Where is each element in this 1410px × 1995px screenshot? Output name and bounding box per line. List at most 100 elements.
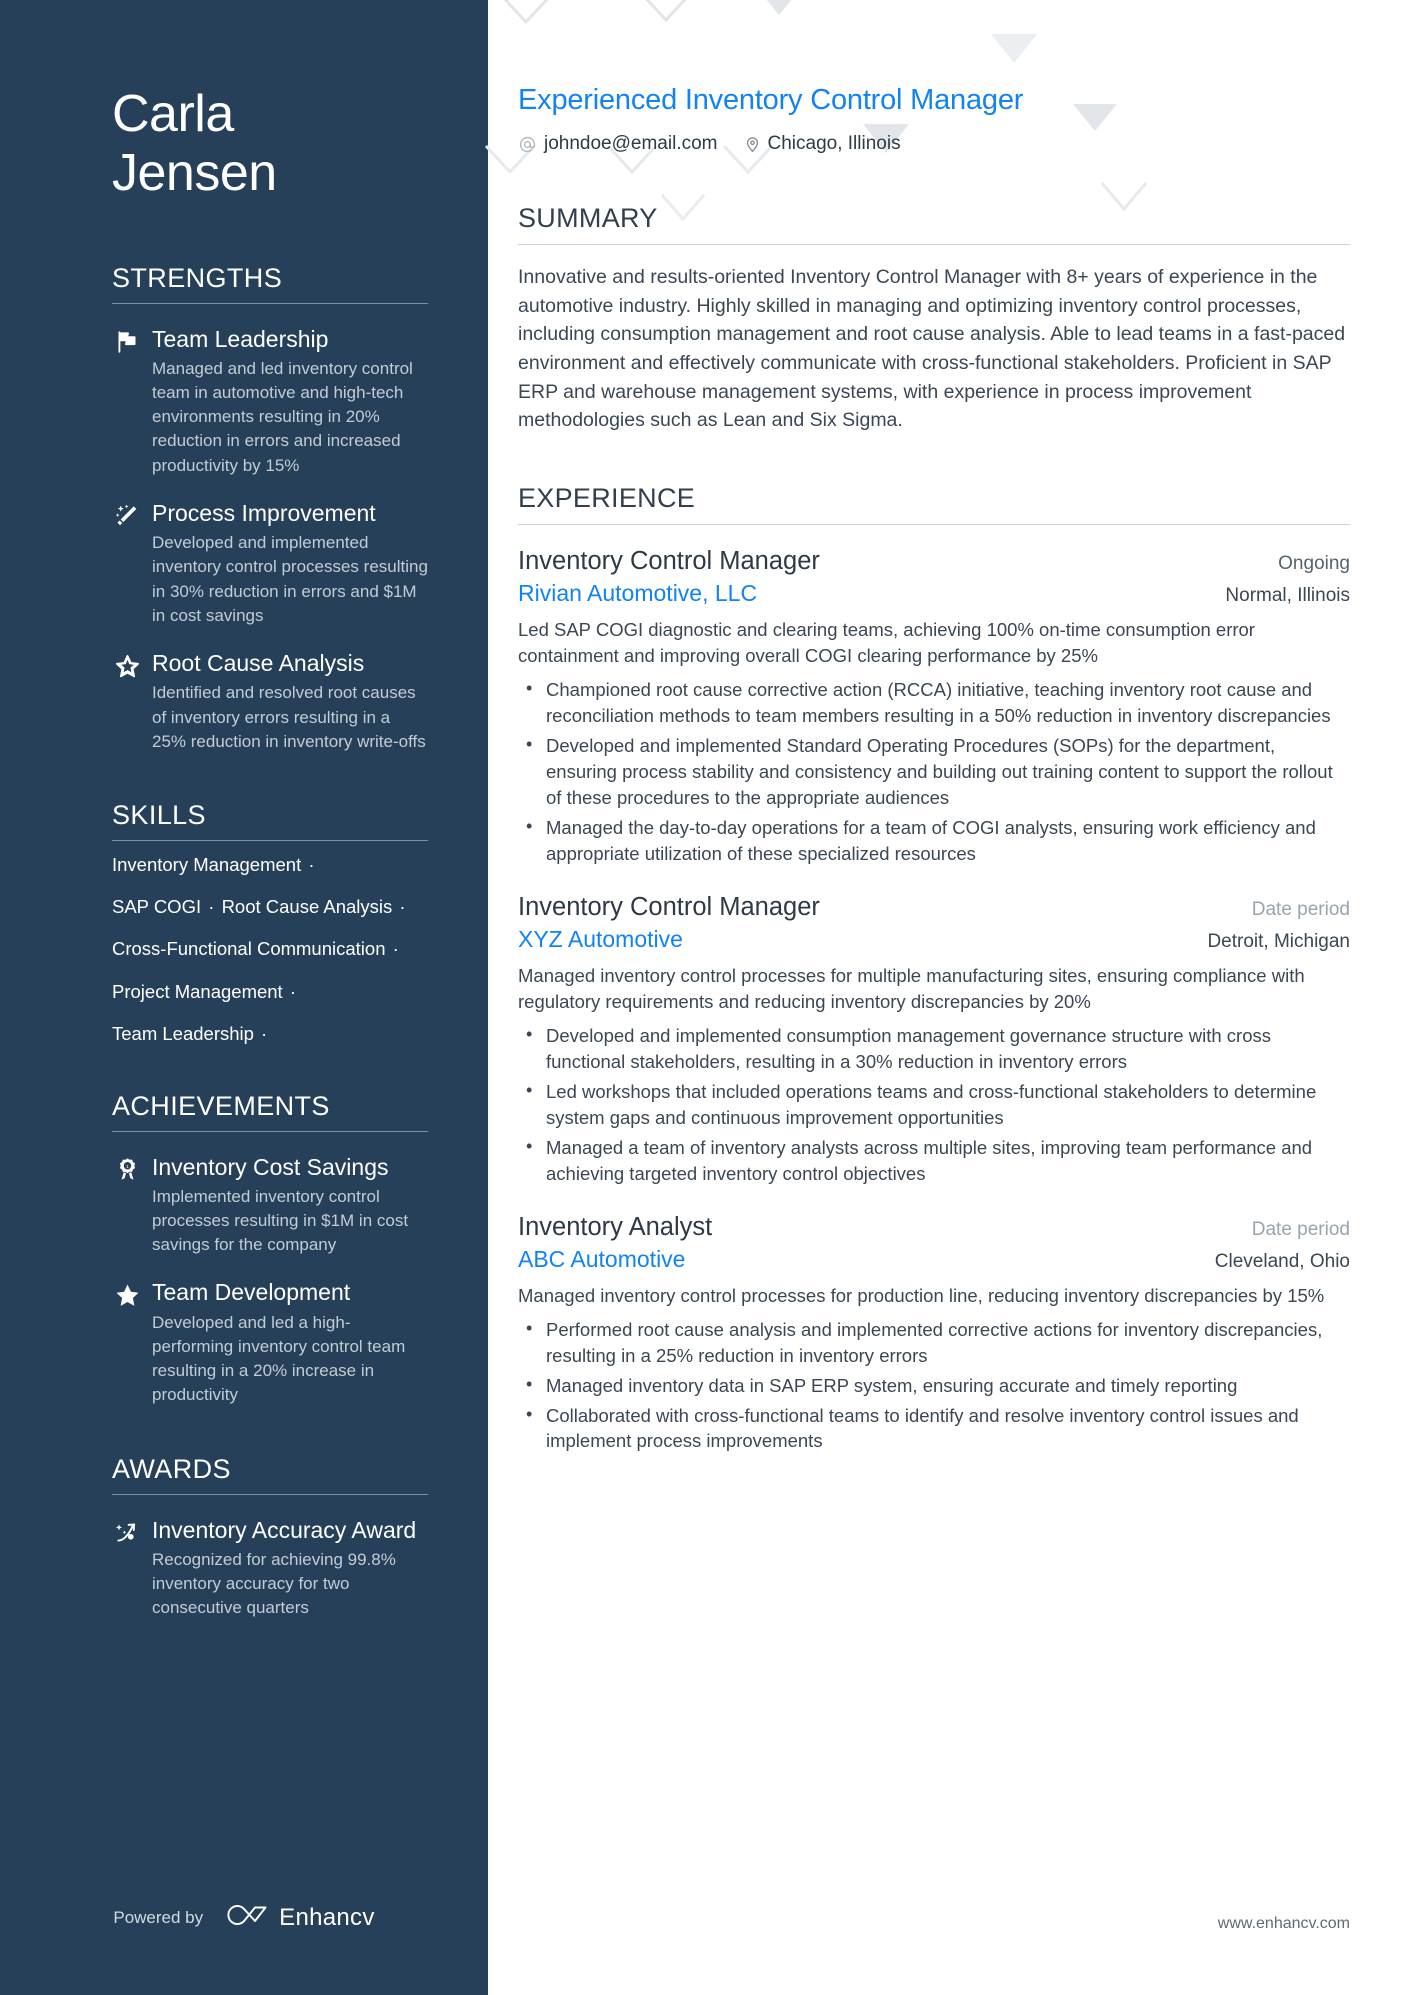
sidebar: Carla Jensen STRENGTHS Team Leadership M… — [0, 0, 488, 1995]
strength-title: Team Leadership — [152, 325, 329, 352]
experience-company[interactable]: XYZ Automotive — [518, 926, 683, 953]
triangle-watermark-icon — [750, 0, 808, 20]
at-icon — [518, 135, 537, 154]
experience-header: Inventory Control Manager Ongoing — [518, 547, 1350, 576]
strength-item: Root Cause Analysis Identified and resol… — [112, 650, 428, 754]
experience-heading: EXPERIENCE — [518, 482, 696, 513]
enhancv-wordmark: Enhancv — [279, 1903, 375, 1931]
achievements-heading: ACHIEVEMENTS — [112, 1090, 330, 1121]
experience-bullet: Managed inventory data in SAP ERP system… — [518, 1372, 1350, 1399]
achievement-title: Inventory Cost Savings — [152, 1153, 389, 1180]
contact-location: Chicago, Illinois — [744, 133, 901, 155]
experience-bullet: Managed the day-to-day operations for a … — [518, 814, 1350, 867]
experience-bullets: Performed root cause analysis and implem… — [518, 1316, 1350, 1455]
strengths-heading: STRENGTHS — [112, 262, 283, 293]
page-title: Experienced Inventory Control Manager — [518, 84, 1024, 116]
star-outline-icon — [112, 650, 142, 754]
skill-line: Team Leadership · — [112, 1023, 428, 1045]
awards-heading: AWARDS — [112, 1453, 231, 1484]
experience-date: Date period — [1251, 1218, 1350, 1240]
experience-entry: Inventory Control Manager Ongoing Rivian A… — [518, 547, 1350, 867]
section-achievements: ACHIEVEMENTS 1 Inventory Cost Savings Im… — [112, 1091, 428, 1408]
magic-wand-icon — [112, 500, 142, 628]
experience-subheader: ABC Automotive Cleveland, Ohio — [518, 1246, 1350, 1273]
section-strengths: STRENGTHS Team Leadership Managed and le… — [112, 263, 428, 754]
medal-icon: 1 — [112, 1154, 142, 1258]
experience-role: Inventory Control Manager — [518, 892, 820, 921]
section-awards: AWARDS Inventory Accuracy Award Recogniz… — [112, 1454, 428, 1621]
enhancv-logomark-icon — [225, 1902, 269, 1933]
skill-line: Project Management · — [112, 980, 428, 1002]
svg-text:1: 1 — [126, 1163, 129, 1169]
flag-icon — [112, 326, 142, 478]
strength-description: Managed and led inventory control team i… — [152, 359, 413, 475]
candidate-first-name: Carla — [112, 85, 234, 143]
skill-line: Inventory Management · — [112, 853, 428, 875]
experience-bullet: Collaborated with cross-functional teams… — [518, 1402, 1350, 1455]
skill-line: Cross-Functional Communication · — [112, 939, 428, 959]
summary-heading: SUMMARY — [518, 203, 658, 233]
experience-header: Inventory Analyst Date period — [518, 1213, 1350, 1242]
skill-tag: Cross-Functional Communication — [112, 938, 386, 960]
skill-tag: Root Cause Analysis — [221, 896, 393, 918]
divider — [518, 244, 1350, 245]
section-skills: SKILLS Inventory Management · SAP COGI ·… — [112, 800, 428, 1045]
resume-page: Carla Jensen STRENGTHS Team Leadership M… — [0, 0, 1410, 1995]
divider — [112, 1130, 428, 1132]
skill-separator: · — [303, 853, 315, 875]
triangle-watermark-icon — [988, 30, 1040, 68]
contact-email[interactable]: johndoe@email.com — [518, 133, 718, 155]
location-text: Chicago, Illinois — [767, 133, 901, 154]
divider — [112, 1493, 428, 1495]
footer-url[interactable]: www.enhancv.com — [1218, 1915, 1350, 1933]
experience-entry: Inventory Analyst Date period ABC Automoti… — [518, 1213, 1350, 1455]
experience-bullet: Developed and implemented consumption ma… — [518, 1022, 1350, 1075]
experience-description: Managed inventory control processes for … — [518, 1284, 1325, 1306]
award-title: Inventory Accuracy Award — [152, 1516, 417, 1543]
rocket-icon — [112, 1517, 142, 1621]
divider — [112, 302, 428, 304]
experience-subheader: Rivian Automotive, LLC Normal, Illinois — [518, 580, 1350, 607]
summary-text: Innovative and results-oriented Inventor… — [518, 266, 1346, 432]
chevron-watermark-icon — [496, 0, 556, 30]
skill-tag: Team Leadership — [112, 1023, 254, 1045]
award-description: Recognized for achieving 99.8% inventory… — [152, 1550, 396, 1618]
powered-by-label: Powered by — [113, 1907, 204, 1927]
section-experience: EXPERIENCE Inventory Control Manager Ongo… — [518, 483, 1350, 1454]
skill-line: SAP COGI · Root Cause Analysis · — [112, 896, 428, 918]
experience-list: Inventory Control Manager Ongoing Rivian A… — [518, 547, 1350, 1454]
experience-location: Detroit, Michigan — [1207, 930, 1350, 952]
achievement-item: 1 Inventory Cost Savings Implemented inv… — [112, 1154, 428, 1258]
experience-subheader: XYZ Automotive Detroit, Michigan — [518, 926, 1350, 953]
skill-tag: SAP COGI — [112, 896, 202, 918]
skill-separator: · — [255, 1023, 268, 1045]
divider — [112, 839, 428, 841]
contact-row: johndoe@email.com Chicago, Illinois — [518, 133, 1350, 155]
experience-company[interactable]: Rivian Automotive, LLC — [518, 580, 757, 607]
experience-location: Normal, Illinois — [1225, 584, 1350, 606]
achievement-item: Team Development Developed and led a hig… — [112, 1279, 428, 1407]
experience-description: Managed inventory control processes for … — [518, 964, 1305, 1012]
candidate-last-name: Jensen — [112, 143, 277, 202]
location-pin-icon — [744, 135, 761, 154]
experience-bullet: Led workshops that included operations t… — [518, 1078, 1350, 1131]
experience-bullet: Developed and implemented Standard Opera… — [518, 732, 1350, 811]
experience-bullets: Championed root cause corrective action … — [518, 676, 1350, 867]
experience-company[interactable]: ABC Automotive — [518, 1246, 685, 1273]
experience-entry: Inventory Control Manager Date period XYZ … — [518, 893, 1350, 1187]
experience-description: Led SAP COGI diagnostic and clearing tea… — [518, 618, 1255, 667]
experience-date: Ongoing — [1278, 552, 1350, 574]
star-filled-icon — [112, 1279, 142, 1407]
experience-bullet: Championed root cause corrective action … — [518, 676, 1350, 729]
skill-tag: Project Management — [112, 980, 283, 1002]
divider — [518, 523, 1350, 525]
main-content: Experienced Inventory Control Manager jo… — [484, 0, 1410, 1995]
strength-description: Developed and implemented inventory cont… — [152, 533, 428, 625]
experience-location: Cleveland, Ohio — [1214, 1250, 1350, 1272]
skills-heading: SKILLS — [112, 799, 206, 830]
experience-bullet: Performed root cause analysis and implem… — [518, 1316, 1350, 1369]
achievement-description: Implemented inventory control processes … — [152, 1187, 409, 1255]
skill-separator: · — [284, 980, 297, 1002]
award-item: Inventory Accuracy Award Recognized for … — [112, 1517, 428, 1621]
strength-title: Root Cause Analysis — [152, 649, 365, 676]
